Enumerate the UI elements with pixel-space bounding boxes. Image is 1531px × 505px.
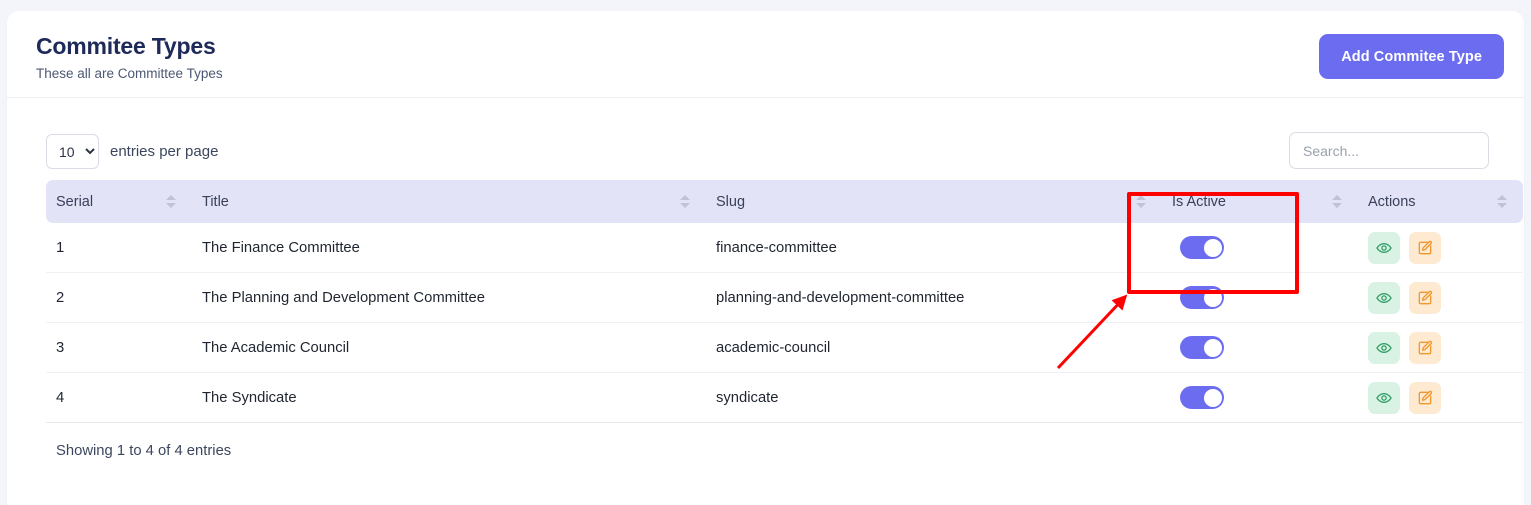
is-active-toggle[interactable] <box>1180 336 1224 359</box>
table-row: 3 The Academic Council academic-council <box>46 323 1523 373</box>
sort-icon[interactable] <box>1136 195 1146 208</box>
commitee-types-table: Serial Title <box>46 180 1523 423</box>
cell-is-active <box>1162 323 1358 373</box>
cell-serial: 2 <box>46 273 192 323</box>
table-row: 2 The Planning and Development Committee… <box>46 273 1523 323</box>
table-controls: 10 25 50 100 entries per page <box>36 122 1495 180</box>
entries-per-page-group: 10 25 50 100 entries per page <box>46 134 218 169</box>
page-subtitle: These all are Committee Types <box>36 65 1495 83</box>
table-body: 1 The Finance Committee finance-committe… <box>46 223 1523 423</box>
sort-icon[interactable] <box>1332 195 1342 208</box>
column-header-title[interactable]: Title <box>192 180 706 223</box>
cell-serial: 4 <box>46 373 192 423</box>
cell-actions <box>1358 273 1523 323</box>
page-title: Commitee Types <box>36 32 1495 60</box>
cell-serial: 3 <box>46 323 192 373</box>
column-header-slug[interactable]: Slug <box>706 180 1162 223</box>
sort-icon[interactable] <box>166 195 176 208</box>
cell-actions <box>1358 223 1523 273</box>
table-header-row: Serial Title <box>46 180 1523 223</box>
table-footer-info: Showing 1 to 4 of 4 entries <box>46 423 1485 459</box>
card-header: Commitee Types These all are Committee T… <box>7 11 1524 98</box>
is-active-toggle[interactable] <box>1180 236 1224 259</box>
pencil-square-icon <box>1417 290 1433 306</box>
pencil-square-icon <box>1417 240 1433 256</box>
cell-is-active <box>1162 373 1358 423</box>
view-button[interactable] <box>1368 232 1400 264</box>
eye-icon <box>1376 390 1392 406</box>
edit-button[interactable] <box>1409 232 1441 264</box>
eye-icon <box>1376 240 1392 256</box>
sort-icon[interactable] <box>680 195 690 208</box>
cell-slug: academic-council <box>706 323 1162 373</box>
cell-actions <box>1358 373 1523 423</box>
table-container: Serial Title <box>36 180 1495 459</box>
column-label-title: Title <box>202 194 229 210</box>
table-head: Serial Title <box>46 180 1523 223</box>
pencil-square-icon <box>1417 390 1433 406</box>
view-button[interactable] <box>1368 332 1400 364</box>
edit-button[interactable] <box>1409 382 1441 414</box>
commitee-types-card: Commitee Types These all are Committee T… <box>7 11 1524 505</box>
view-button[interactable] <box>1368 282 1400 314</box>
cell-title: The Planning and Development Committee <box>192 273 706 323</box>
view-button[interactable] <box>1368 382 1400 414</box>
cell-slug: syndicate <box>706 373 1162 423</box>
table-row: 4 The Syndicate syndicate <box>46 373 1523 423</box>
column-label-serial: Serial <box>56 194 93 210</box>
column-header-actions[interactable]: Actions <box>1358 180 1523 223</box>
edit-button[interactable] <box>1409 332 1441 364</box>
cell-is-active <box>1162 273 1358 323</box>
column-label-actions: Actions <box>1368 194 1416 210</box>
entries-per-page-label: entries per page <box>110 143 218 160</box>
cell-is-active <box>1162 223 1358 273</box>
cell-title: The Academic Council <box>192 323 706 373</box>
eye-icon <box>1376 290 1392 306</box>
search-input[interactable] <box>1289 132 1489 169</box>
is-active-toggle[interactable] <box>1180 286 1224 309</box>
cell-serial: 1 <box>46 223 192 273</box>
edit-button[interactable] <box>1409 282 1441 314</box>
column-label-is-active: Is Active <box>1172 194 1226 210</box>
card-body: 10 25 50 100 entries per page <box>7 98 1524 459</box>
table-row: 1 The Finance Committee finance-committe… <box>46 223 1523 273</box>
cell-slug: finance-committee <box>706 223 1162 273</box>
cell-title: The Finance Committee <box>192 223 706 273</box>
page-root: Commitee Types These all are Committee T… <box>0 0 1531 505</box>
column-label-slug: Slug <box>716 194 745 210</box>
eye-icon <box>1376 340 1392 356</box>
cell-title: The Syndicate <box>192 373 706 423</box>
column-header-serial[interactable]: Serial <box>46 180 192 223</box>
sort-icon[interactable] <box>1497 195 1507 208</box>
cell-slug: planning-and-development-committee <box>706 273 1162 323</box>
column-header-is-active[interactable]: Is Active <box>1162 180 1358 223</box>
add-commitee-type-button[interactable]: Add Commitee Type <box>1319 34 1504 79</box>
pencil-square-icon <box>1417 340 1433 356</box>
is-active-toggle[interactable] <box>1180 386 1224 409</box>
entries-per-page-select[interactable]: 10 25 50 100 <box>46 134 99 169</box>
cell-actions <box>1358 323 1523 373</box>
